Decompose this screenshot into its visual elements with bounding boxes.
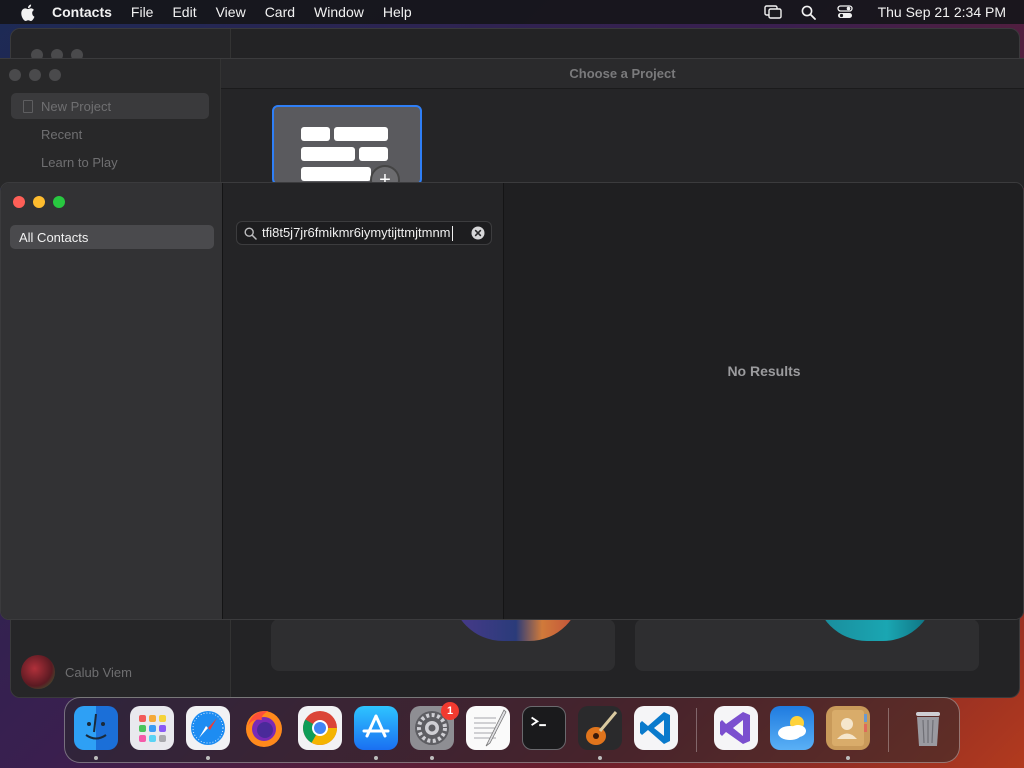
clear-search-icon[interactable] [471, 226, 485, 240]
dock-separator [696, 708, 697, 752]
menu-window[interactable]: Window [314, 4, 364, 20]
trash-icon[interactable] [906, 706, 950, 750]
firefox-icon[interactable] [242, 706, 286, 750]
chrome-icon[interactable] [298, 706, 342, 750]
sidebar-item-all-contacts[interactable]: All Contacts [10, 225, 214, 249]
garageband-icon[interactable] [578, 706, 622, 750]
contacts-list-pane: tfi8t5j7jr6fmikmr6iymytijttmjtmnm + [223, 183, 563, 619]
sidebar-item-label: Recent [41, 126, 83, 142]
user-avatar [21, 655, 55, 689]
menu-card[interactable]: Card [265, 4, 295, 20]
menu-bar: Contacts File Edit View Card Window Help… [0, 0, 1024, 24]
empty-project-tile[interactable]: + [272, 105, 422, 185]
contacts-icon[interactable] [826, 706, 870, 750]
dock: 1 [64, 697, 960, 763]
running-indicator [430, 756, 434, 760]
running-indicator [846, 756, 850, 760]
sidebar-item-new-project[interactable]: New Project [11, 93, 209, 119]
control-center-icon[interactable] [836, 4, 854, 20]
finder-icon[interactable] [74, 706, 118, 750]
search-input[interactable]: tfi8t5j7jr6fmikmr6iymytijttmjtmnm [262, 225, 451, 240]
user-name: Calub Viem [65, 664, 132, 680]
search-field[interactable]: tfi8t5j7jr6fmikmr6iymytijttmjtmnm [236, 221, 492, 245]
window-controls [13, 196, 65, 208]
menu-view[interactable]: View [216, 4, 246, 20]
menu-bar-clock[interactable]: Thu Sep 21 2:34 PM [878, 4, 1006, 20]
search-icon [243, 226, 257, 240]
background-user-row: Calub Viem [21, 655, 132, 689]
safari-icon[interactable] [186, 706, 230, 750]
document-icon [23, 99, 33, 113]
weather-icon[interactable] [770, 706, 814, 750]
running-indicator [94, 756, 98, 760]
project-chooser-window: Choose a Project New Project Recent Lear… [0, 58, 1024, 188]
empty-state-label: No Results [727, 363, 801, 379]
menu-file[interactable]: File [131, 4, 154, 20]
contacts-window: All Contacts tfi8t5j7jr6fmikmr6iymytijtt… [0, 182, 1024, 620]
running-indicator [206, 756, 210, 760]
dock-separator [888, 708, 889, 752]
apple-menu-icon[interactable] [18, 3, 36, 21]
running-indicator [374, 756, 378, 760]
sidebar-item-recent[interactable]: Recent [11, 121, 209, 147]
running-indicator [598, 756, 602, 760]
zoom-window-button[interactable] [53, 196, 65, 208]
notification-badge: 1 [441, 702, 459, 720]
launchpad-icon[interactable] [130, 706, 174, 750]
terminal-icon[interactable] [522, 706, 566, 750]
background-project-card [271, 619, 615, 671]
menu-app-name[interactable]: Contacts [52, 4, 112, 20]
background-project-card [635, 619, 979, 671]
app-store-icon[interactable] [354, 706, 398, 750]
project-chooser-title: Choose a Project [221, 59, 1024, 89]
menu-edit[interactable]: Edit [172, 4, 196, 20]
contact-detail-pane: No Results [505, 183, 1023, 619]
minimize-window-button[interactable] [33, 196, 45, 208]
project-chooser-window-controls [9, 69, 61, 81]
visual-studio-icon[interactable] [714, 706, 758, 750]
textedit-icon[interactable] [466, 706, 510, 750]
close-window-button[interactable] [13, 196, 25, 208]
spotlight-search-icon[interactable] [800, 4, 818, 20]
contacts-sidebar: All Contacts [1, 183, 223, 619]
vscode-icon[interactable] [634, 706, 678, 750]
screen-mirroring-icon[interactable] [763, 4, 782, 20]
menu-help[interactable]: Help [383, 4, 412, 20]
sidebar-item-label: Learn to Play [41, 154, 118, 170]
sidebar-item-learn-to-play[interactable]: Learn to Play [11, 149, 209, 175]
sidebar-item-label: New Project [41, 98, 112, 114]
